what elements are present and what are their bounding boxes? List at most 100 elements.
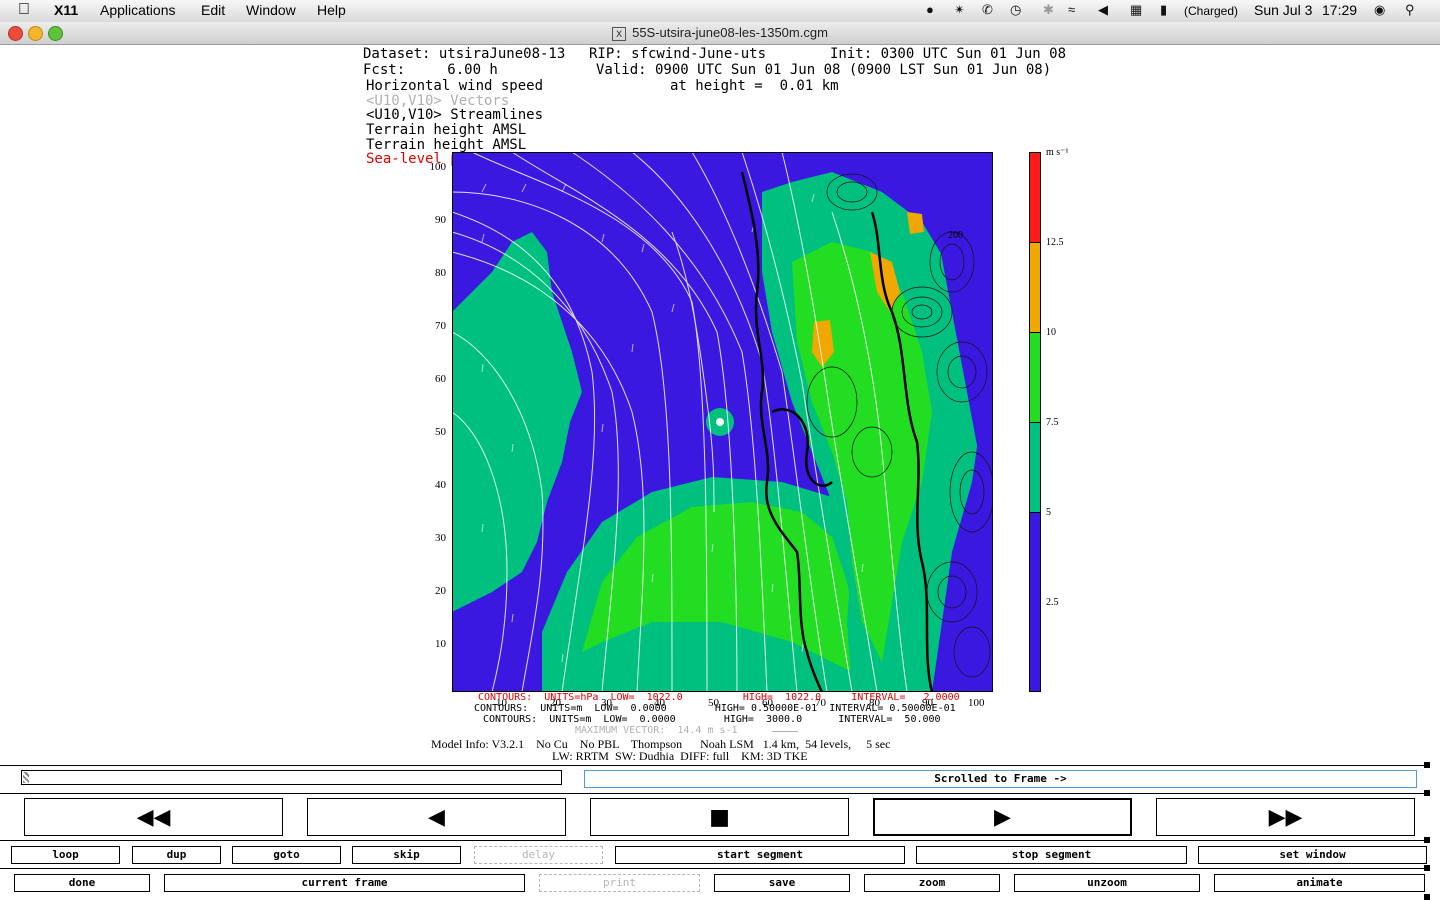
y-tick-label: 90: [435, 214, 446, 226]
goto-button[interactable]: goto: [232, 846, 341, 864]
panel-corner-marker: [1424, 790, 1430, 796]
station-label: 200: [948, 230, 963, 241]
wind-speed-map: 200: [452, 152, 993, 692]
alien-icon[interactable]: ●: [926, 2, 934, 17]
set-window-button[interactable]: set window: [1198, 846, 1427, 864]
done-button[interactable]: done: [14, 874, 150, 892]
stop-icon: ■: [709, 804, 730, 830]
frame-scrollbar-thumb[interactable]: [23, 772, 29, 783]
contours-terrain-info-1: CONTOURS: UNITS=m LOW= 0.0000 HIGH= 0.50…: [474, 703, 956, 714]
x-tick-label: 100: [968, 697, 985, 709]
panel-corner-marker: [1424, 894, 1430, 900]
dup-button[interactable]: dup: [132, 846, 221, 864]
bluetooth-icon[interactable]: ✱: [1043, 2, 1054, 18]
play-button[interactable]: ▶: [873, 798, 1132, 836]
menu-edit[interactable]: Edit: [201, 2, 225, 18]
frame-status-text: Scrolled to Frame ->: [934, 772, 1067, 785]
panel-corner-marker: [1424, 837, 1430, 843]
contours-pressure-info: CONTOURS: UNITS=hPa LOW= 1022.0 HIGH= 10…: [478, 692, 960, 703]
calendar-icon[interactable]: ▦: [1130, 2, 1142, 18]
zoom-button[interactable]: zoom: [864, 874, 1000, 892]
model-info-line-2: LW: RRTM SW: Dudhia DIFF: full KM: 3D TK…: [552, 749, 808, 763]
fast-forward-icon: ▶▶: [1268, 804, 1303, 830]
panel-corner-marker: [1424, 762, 1430, 768]
rip-label: RIP: sfcwind-June-uts: [589, 46, 767, 62]
colorbar-segment-orange: [1029, 242, 1041, 333]
start-segment-button[interactable]: start segment: [615, 846, 905, 864]
max-vector-info: MAXIMUM VECTOR: 14.4 m s-1: [575, 725, 738, 736]
init-label: Init: 0300 UTC Sun 01 Jun 08: [830, 46, 1067, 62]
colorbar-label: 12.5: [1046, 237, 1064, 248]
menu-help[interactable]: Help: [317, 2, 346, 18]
colorbar-label: 7.5: [1046, 417, 1059, 428]
fast-forward-button[interactable]: ▶▶: [1156, 798, 1415, 836]
max-vector-arrow: [772, 731, 798, 732]
play-icon: ▶: [994, 804, 1011, 830]
panel-divider: [0, 793, 1430, 794]
colorbar-unit: m s⁻¹: [1046, 147, 1069, 158]
skip-button[interactable]: skip: [352, 846, 461, 864]
battery-status[interactable]: (Charged): [1184, 4, 1238, 18]
user-icon[interactable]: ◉: [1374, 2, 1385, 18]
y-tick-label: 100: [429, 161, 447, 173]
colorbar-segment-blue: [1029, 512, 1041, 692]
y-tick-label: 10: [435, 638, 446, 650]
menu-app-x11[interactable]: X11: [54, 2, 78, 18]
save-button[interactable]: save: [714, 874, 850, 892]
menu-bar:  X11 Applications Edit Window Help ● ✴ …: [0, 0, 1440, 23]
unzoom-button[interactable]: unzoom: [1014, 874, 1200, 892]
battery-icon[interactable]: ▮: [1160, 2, 1167, 18]
dataset-label: Dataset: utsiraJune08-13: [363, 46, 566, 62]
stop-button[interactable]: ■: [590, 798, 849, 836]
stop-segment-button[interactable]: stop segment: [916, 846, 1187, 864]
menubar-date[interactable]: Sun Jul 3: [1254, 2, 1312, 18]
colorbar-segment-red: [1029, 152, 1041, 243]
current-frame-button[interactable]: current frame: [164, 874, 525, 892]
y-tick-label: 60: [435, 373, 446, 385]
y-tick-label: 40: [435, 479, 446, 491]
colorbar-label: 10: [1046, 327, 1056, 338]
print-button[interactable]: print: [539, 874, 700, 892]
colorbar-segment-teal: [1029, 422, 1041, 513]
field-terrain-1: Terrain height AMSL: [366, 122, 527, 138]
menu-window[interactable]: Window: [246, 2, 296, 18]
step-back-button[interactable]: ◀: [307, 798, 566, 836]
loop-button[interactable]: loop: [11, 846, 120, 864]
panel-divider: [0, 765, 1430, 766]
window-title-text: 55S-utsira-june08-les-1350m.cgm: [632, 25, 828, 40]
phone-icon[interactable]: ✆: [982, 2, 993, 18]
panel-divider: [0, 868, 1430, 869]
network-icon[interactable]: ✴: [954, 2, 965, 18]
delay-button[interactable]: delay: [474, 846, 603, 864]
y-tick-label: 30: [435, 532, 446, 544]
field-streamlines: <U10,V10> Streamlines: [366, 107, 544, 123]
y-tick-label: 80: [435, 267, 446, 279]
frame-status-box: Scrolled to Frame ->: [584, 770, 1417, 788]
volume-icon[interactable]: ◀: [1098, 2, 1108, 18]
x11-document-icon: X: [612, 27, 627, 41]
y-tick-label: 50: [435, 426, 446, 438]
height-label: at height = 0.01 km: [670, 78, 839, 94]
menubar-time[interactable]: 17:29: [1322, 2, 1357, 18]
field-wind-speed: Horizontal wind speed: [366, 78, 544, 94]
valid-label: Valid: 0900 UTC Sun 01 Jun 08 (0900 LST …: [596, 62, 1052, 78]
rewind-icon: ◀◀: [136, 804, 171, 830]
time-machine-icon[interactable]: ◷: [1010, 2, 1021, 18]
rewind-button[interactable]: ◀◀: [24, 798, 283, 836]
contours-terrain-info-2: CONTOURS: UNITS=m LOW= 0.0000 HIGH= 3000…: [483, 714, 941, 725]
colorbar-segment-green: [1029, 332, 1041, 423]
spotlight-search-icon[interactable]: ⚲: [1405, 2, 1415, 18]
frame-scrollbar[interactable]: [21, 770, 562, 785]
wifi-icon[interactable]: ≈: [1068, 2, 1075, 17]
colorbar-label: 2.5: [1046, 597, 1059, 608]
menu-applications[interactable]: Applications: [100, 2, 176, 18]
panel-divider: [0, 840, 1430, 841]
animate-button[interactable]: animate: [1214, 874, 1425, 892]
step-back-icon: ◀: [428, 804, 445, 830]
island-center: [716, 418, 724, 426]
apple-icon[interactable]: : [18, 1, 30, 19]
fcst-label: Fcst: 6.00 h: [363, 62, 498, 78]
panel-corner-marker: [1424, 865, 1430, 871]
window-title: X 55S-utsira-june08-les-1350m.cgm: [0, 25, 1440, 41]
colorbar-label: 5: [1046, 507, 1051, 518]
